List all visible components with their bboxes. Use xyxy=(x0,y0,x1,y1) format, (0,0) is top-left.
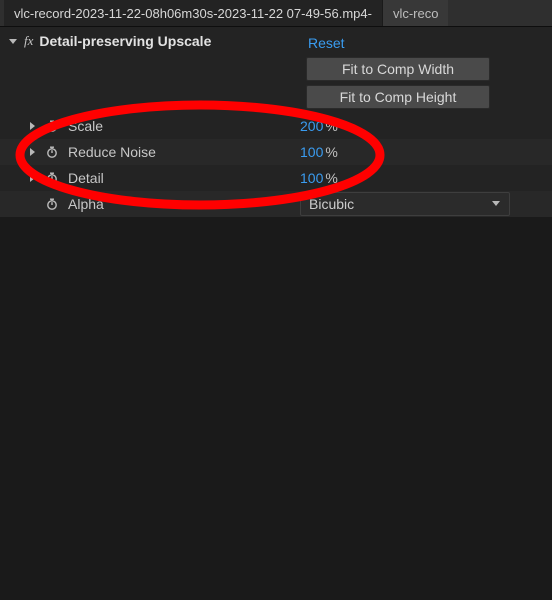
chevron-down-icon xyxy=(491,198,501,211)
prop-row-reduce-noise: Reduce Noise 100 % xyxy=(0,139,552,165)
detail-value[interactable]: 100 xyxy=(300,170,323,186)
effect-properties: Scale 200 % Reduce Noise xyxy=(0,113,552,217)
effect-twirl-down-icon[interactable] xyxy=(6,36,20,46)
effect-controls-panel: fx Detail-preserving Upscale Reset Fit t… xyxy=(0,27,552,217)
fit-to-comp-height-button[interactable]: Fit to Comp Height xyxy=(306,85,490,109)
effect-header: fx Detail-preserving Upscale Reset Fit t… xyxy=(0,27,552,113)
tab-inactive[interactable]: vlc-reco xyxy=(382,0,449,26)
reduce-noise-value[interactable]: 100 xyxy=(300,144,323,160)
stopwatch-icon[interactable] xyxy=(44,196,60,212)
expand-icon[interactable] xyxy=(26,121,38,131)
prop-label: Alpha xyxy=(68,196,104,212)
fx-badge[interactable]: fx xyxy=(24,33,33,49)
scale-value[interactable]: 200 xyxy=(300,118,323,134)
tab-bar: vlc-record-2023-11-22-08h06m30s-2023-11-… xyxy=(0,0,552,27)
stopwatch-icon[interactable] xyxy=(44,144,60,160)
stopwatch-icon[interactable] xyxy=(44,118,60,134)
effect-name: Detail-preserving Upscale xyxy=(39,33,211,49)
prop-row-detail: Detail 100 % xyxy=(0,165,552,191)
prop-label: Scale xyxy=(68,118,103,134)
prop-label: Detail xyxy=(68,170,104,186)
alpha-dropdown[interactable]: Bicubic xyxy=(300,192,510,216)
alpha-dropdown-value: Bicubic xyxy=(309,196,354,212)
detail-unit: % xyxy=(325,170,337,186)
stopwatch-icon[interactable] xyxy=(44,170,60,186)
expand-icon[interactable] xyxy=(26,173,38,183)
prop-row-scale: Scale 200 % xyxy=(0,113,552,139)
prop-label: Reduce Noise xyxy=(68,144,156,160)
reset-link[interactable]: Reset xyxy=(306,33,345,53)
prop-row-alpha: Alpha Bicubic xyxy=(0,191,552,217)
fit-to-comp-width-button[interactable]: Fit to Comp Width xyxy=(306,57,490,81)
tab-active[interactable]: vlc-record-2023-11-22-08h06m30s-2023-11-… xyxy=(4,0,382,26)
scale-unit: % xyxy=(325,118,337,134)
reduce-noise-unit: % xyxy=(325,144,337,160)
expand-icon[interactable] xyxy=(26,147,38,157)
